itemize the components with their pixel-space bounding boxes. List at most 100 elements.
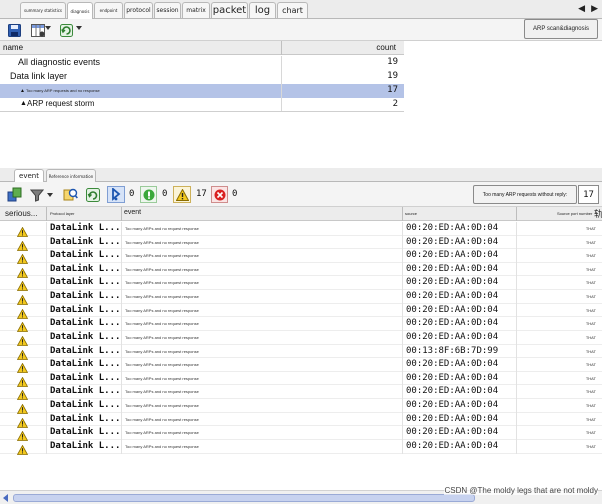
bottom-tab-bar: event Reference information — [0, 168, 602, 182]
column-settings-dropdown-icon[interactable] — [45, 26, 51, 30]
find-address-icon[interactable] — [62, 186, 78, 203]
event-source-mac: 00:20:ED:AA:0D:04 — [406, 372, 499, 383]
diagnosis-row-arp-no-response[interactable]: ▲ Too many ARP requests and no response … — [0, 84, 404, 98]
refresh-icon[interactable] — [58, 22, 75, 38]
column-settings-icon[interactable] — [29, 22, 46, 38]
event-description: Too many ARPs and no request response — [125, 443, 199, 449]
event-protocol-layer: DataLink L... — [50, 372, 121, 383]
tab-scroll-left-icon[interactable]: ◀ — [578, 3, 585, 14]
top-tab-bar: summary statistics diagnosis endpoint pr… — [0, 0, 602, 19]
event-description: Too many ARPs and no request response — [125, 362, 199, 368]
event-source-mac: 00:20:ED:AA:0D:04 — [406, 386, 499, 397]
event-description: Too many ARPs and no request response — [125, 226, 199, 231]
event-source-mac: 00:20:ED:AA:0D:04 — [406, 263, 499, 274]
column-header-source-port[interactable]: Source port number — [557, 211, 592, 216]
event-protocol-layer: DataLink L... — [50, 304, 121, 315]
notice-toggle-icon[interactable] — [140, 186, 157, 203]
refresh-events-icon[interactable] — [85, 186, 101, 203]
tab-session[interactable]: session — [154, 2, 181, 18]
event-description: Too many ARPs and no request response — [125, 294, 199, 300]
error-toggle-icon[interactable] — [211, 186, 228, 203]
arp-no-reply-filter-value[interactable]: 17 — [578, 185, 599, 204]
tab-log[interactable]: log — [249, 2, 276, 18]
app-window: summary statistics diagnosis endpoint pr… — [0, 0, 602, 504]
event-row[interactable]: DataLink L... Too many ARPs and no reques… — [0, 303, 602, 319]
export-icon[interactable] — [6, 186, 22, 203]
warning-icon — [16, 442, 29, 460]
event-description: Too many ARPs and no request response — [125, 389, 199, 395]
diagnosis-row-arp-request-storm[interactable]: ▲ ARP request storm 2 — [0, 98, 404, 112]
tab-event[interactable]: event — [14, 169, 44, 182]
event-source-port: THAT — [585, 321, 596, 327]
event-protocol-layer: DataLink L... — [50, 236, 121, 247]
event-row[interactable]: DataLink L... Too many ARPs and no reques… — [0, 426, 602, 442]
refresh-dropdown-icon[interactable] — [76, 26, 82, 30]
diagnosis-toolbar — [0, 19, 602, 41]
event-row[interactable]: DataLink L... Too many ARPs and no reques… — [0, 235, 602, 251]
warning-triangle-icon: ▲ — [20, 88, 25, 94]
event-row[interactable]: DataLink L... Too many ARPs and no reques… — [0, 439, 602, 455]
event-row[interactable]: DataLink L... Too many ARPs and no reques… — [0, 317, 602, 333]
arp-scan-diagnosis-button[interactable]: ARP scan&diagnosis — [524, 19, 598, 39]
info-toggle-icon[interactable] — [107, 186, 125, 203]
tab-reference-information[interactable]: Reference information — [46, 169, 96, 182]
event-description: Too many ARPs and no request response — [125, 403, 199, 409]
column-header-name[interactable]: name — [3, 43, 23, 52]
tab-matrix[interactable]: matrix — [182, 2, 210, 18]
tab-protocol[interactable]: protocol — [124, 2, 153, 18]
event-row[interactable]: DataLink L... Too many ARPs and no reques… — [0, 358, 602, 374]
tab-chart[interactable]: chart — [277, 2, 308, 18]
event-row[interactable]: DataLink L... Too many ARPs and no reques… — [0, 412, 602, 428]
event-protocol-layer: DataLink L... — [50, 223, 121, 233]
save-icon[interactable] — [6, 22, 23, 38]
info-count: 0 — [129, 189, 135, 199]
tab-diagnosis[interactable]: diagnosis — [67, 2, 93, 19]
event-source-mac: 00:20:ED:AA:0D:04 — [406, 427, 499, 438]
tab-packet[interactable]: packet — [211, 2, 248, 18]
filter-icon[interactable] — [29, 186, 45, 203]
row-count: 17 — [387, 85, 398, 95]
event-source-mac: 00:20:ED:AA:0D:04 — [406, 291, 499, 302]
diagnosis-table-bottom-border — [0, 111, 404, 112]
event-source-port: THAT — [585, 294, 596, 300]
column-header-event[interactable]: event — [124, 209, 141, 216]
event-row[interactable]: DataLink L... Too many ARPs and no reques… — [0, 385, 602, 401]
event-row[interactable]: DataLink L... Too many ARPs and no reques… — [0, 344, 602, 360]
tab-scroll-right-icon[interactable]: ▶ — [591, 3, 598, 14]
column-header-source[interactable]: source — [405, 211, 417, 216]
event-source-port: THAT — [585, 266, 596, 272]
event-row[interactable]: DataLink L... Too many ARPs and no reques… — [0, 249, 602, 265]
event-source-mac: 00:20:ED:AA:0D:04 — [406, 236, 499, 247]
event-protocol-layer: DataLink L... — [50, 277, 121, 288]
event-description: Too many ARPs and no request response — [125, 321, 199, 327]
event-row[interactable]: DataLink L... Too many ARPs and no reques… — [0, 371, 602, 387]
event-protocol-layer: DataLink L... — [50, 440, 121, 451]
event-row[interactable]: DataLink L... Too many ARPs and no reques… — [0, 290, 602, 305]
event-row[interactable]: DataLink L... Too many ARPs and no reques… — [0, 222, 602, 237]
event-row[interactable]: DataLink L... Too many ARPs and no reques… — [0, 262, 602, 278]
column-header-overflow-icon: 轨 — [594, 209, 602, 219]
event-row[interactable]: DataLink L... Too many ARPs and no reques… — [0, 399, 602, 414]
tab-summary-statistics[interactable]: summary statistics — [20, 2, 66, 18]
event-source-port: THAT — [585, 443, 596, 449]
event-description: Too many ARPs and no request response — [125, 348, 199, 354]
event-protocol-layer: DataLink L... — [50, 263, 121, 274]
tab-endpoint[interactable]: endpoint — [94, 2, 123, 18]
event-toolbar: 0 0 17 0 Too many ARP requests without r… — [0, 182, 602, 207]
diagnosis-row-data-link-layer[interactable]: Data link layer 19 — [0, 70, 404, 84]
column-header-severity[interactable]: serious... — [5, 209, 37, 218]
scrollbar-thumb[interactable] — [13, 494, 475, 502]
watermark: CSDN @The moldy legs that are not moldy — [444, 486, 598, 495]
event-source-port: THAT — [585, 280, 596, 286]
event-source-mac: 00:20:ED:AA:0D:04 — [406, 359, 499, 370]
filter-dropdown-icon[interactable] — [47, 193, 53, 197]
warning-toggle-icon[interactable] — [173, 186, 191, 203]
column-header-protocol-layer[interactable]: Protocol layer — [50, 211, 74, 216]
event-row[interactable]: DataLink L... Too many ARPs and no reques… — [0, 330, 602, 346]
scroll-left-arrow-icon[interactable] — [3, 494, 8, 502]
column-header-count[interactable]: count — [376, 43, 396, 52]
event-source-port: THAT — [585, 253, 596, 259]
diagnosis-row-all-events[interactable]: All diagnostic events 19 — [0, 56, 404, 70]
event-protocol-layer: DataLink L... — [50, 318, 121, 329]
event-row[interactable]: DataLink L... Too many ARPs and no reques… — [0, 276, 602, 292]
